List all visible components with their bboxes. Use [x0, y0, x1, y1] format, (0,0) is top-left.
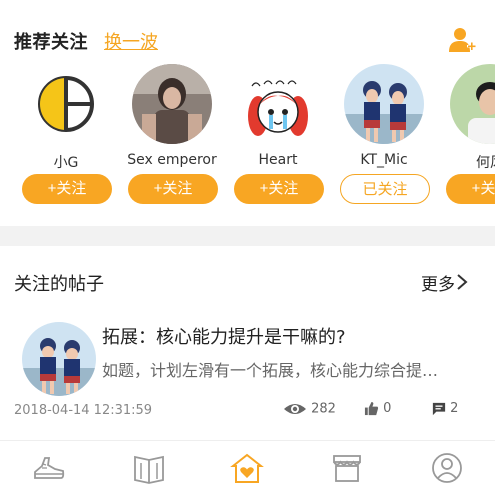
comment-count-value: 2 [450, 401, 459, 416]
view-count: 282 [283, 401, 336, 417]
user-card[interactable]: 何风 +关注 [440, 64, 495, 214]
comment-icon[interactable] [432, 402, 446, 416]
more-link[interactable]: 更多 [421, 270, 455, 295]
user-card[interactable]: KT_Mic 已关注 [334, 64, 434, 214]
follow-button[interactable]: +关注 [22, 174, 112, 204]
follow-button[interactable]: +关注 [446, 174, 495, 204]
posts-section-title: 关注的帖子 [14, 274, 104, 295]
store-icon[interactable] [330, 451, 364, 485]
thumbs-up-icon[interactable] [364, 401, 379, 416]
nav-library[interactable] [129, 451, 169, 491]
post-summary: 如题，计划左滑有一个拓展，核心能力综合提… [102, 361, 439, 380]
like-count[interactable]: 0 [364, 401, 391, 416]
view-count-value: 282 [311, 401, 336, 417]
recommend-title: 推荐关注 [14, 32, 88, 53]
comment-count[interactable]: 2 [432, 401, 458, 416]
follow-button[interactable]: +关注 [234, 174, 324, 204]
chevron-right-icon[interactable] [455, 272, 469, 292]
avatar[interactable] [26, 64, 106, 144]
nav-home[interactable] [227, 451, 267, 491]
avatar[interactable] [344, 64, 424, 144]
section-divider [0, 226, 495, 246]
sneaker-icon[interactable] [32, 451, 66, 485]
user-name: 何风 [476, 155, 495, 171]
follow-button[interactable]: +关注 [128, 174, 218, 204]
add-user-icon[interactable] [448, 26, 476, 54]
user-card[interactable]: Sex emperor +关注 [122, 64, 222, 214]
recommended-users: 小G +关注 Sex emperor +关注 Heart +关注 KT_Mic … [0, 64, 495, 214]
following-button[interactable]: 已关注 [340, 174, 430, 204]
nav-shoes[interactable] [29, 451, 69, 491]
avatar[interactable] [450, 64, 495, 144]
profile-icon[interactable] [430, 451, 464, 485]
bottom-navigation [0, 440, 495, 495]
user-card[interactable]: 小G +关注 [16, 64, 116, 214]
post-timestamp: 2018-04-14 12:31:59 [14, 403, 153, 418]
nav-profile[interactable] [427, 451, 467, 491]
refresh-link[interactable]: 换一波 [104, 28, 158, 54]
followed-posts-header: 关注的帖子 更多 [0, 262, 495, 302]
user-card[interactable]: Heart +关注 [228, 64, 328, 214]
avatar[interactable] [22, 322, 96, 396]
post-item[interactable]: 拓展：核心能力提升是干嘛的? 如题，计划左滑有一个拓展，核心能力综合提… 201… [0, 315, 495, 425]
recommend-header: 推荐关注 换一波 [0, 0, 495, 68]
eye-icon [284, 404, 306, 414]
nav-store[interactable] [327, 451, 367, 491]
post-title[interactable]: 拓展：核心能力提升是干嘛的? [102, 323, 346, 349]
home-heart-icon[interactable] [230, 451, 264, 485]
avatar[interactable] [132, 64, 212, 144]
like-count-value: 0 [383, 401, 392, 416]
avatar[interactable] [238, 64, 318, 144]
book-icon[interactable] [132, 451, 166, 485]
